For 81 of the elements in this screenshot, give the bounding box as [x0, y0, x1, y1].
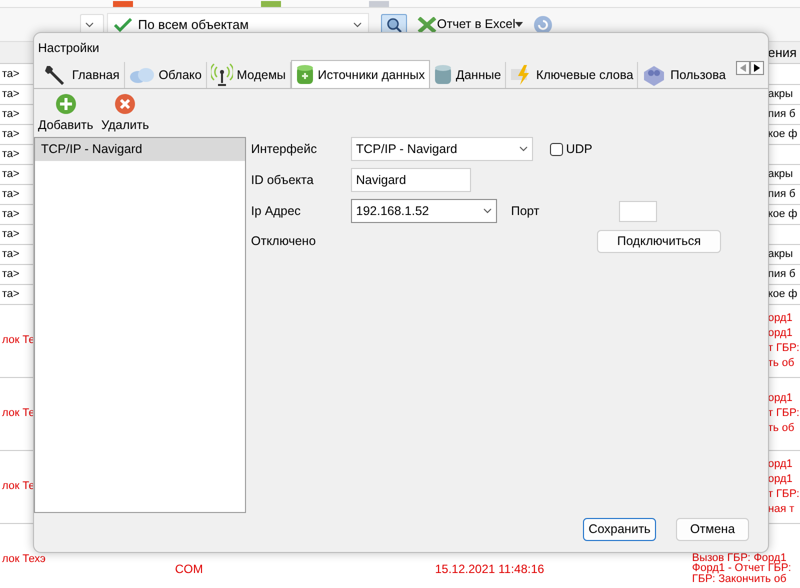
tab[interactable]: Главная	[40, 62, 125, 88]
field-label: Порт	[511, 202, 540, 220]
event-line: пия б	[768, 266, 796, 282]
event-line: т ГБР:	[768, 406, 798, 421]
ip-address-combo[interactable]: 192.168.1.52	[351, 199, 497, 223]
object-id-field[interactable]: Navigard	[351, 168, 471, 192]
event-line: орд1	[768, 391, 794, 406]
antenna-icon	[210, 63, 233, 87]
event-line: Вызов ГБР: Форд1	[692, 552, 786, 563]
spreadsheet-icon	[417, 16, 437, 32]
left-arrow-icon	[740, 64, 746, 72]
table-cell: та>	[2, 268, 20, 280]
checkmark-icon	[114, 18, 132, 32]
interface-select[interactable]: TCP/IP - Navigard	[351, 137, 533, 161]
field-label: Интерфейс	[251, 140, 318, 158]
tab[interactable]: Ключевые слова	[506, 62, 638, 88]
cancel-button[interactable]: Отмена	[676, 518, 749, 541]
event-line: Форд1 - Отчет ГБР:	[692, 563, 792, 574]
search-icon	[386, 16, 402, 32]
event-line: т ГБР:	[768, 486, 798, 502]
status-text: Отключено	[251, 233, 317, 250]
excel-button[interactable]: Отчет в Excel	[413, 14, 528, 36]
event-line: пия б	[768, 106, 796, 122]
delete-icon	[114, 93, 136, 115]
table-cell: та>	[2, 228, 20, 240]
table-cell: та>	[2, 188, 20, 200]
tab[interactable]: Пользова	[638, 62, 734, 88]
refresh-icon[interactable]	[533, 14, 554, 34]
caret-icon	[519, 146, 528, 152]
event-line: акры	[768, 246, 794, 262]
table-cell: COM	[175, 562, 203, 576]
connect-button[interactable]: Подключиться	[597, 230, 721, 253]
tab[interactable]: Модемы	[206, 62, 291, 88]
event-line: орд1	[768, 456, 794, 472]
event-line: т ГБР:	[768, 340, 798, 356]
cloud-icon	[128, 66, 155, 84]
delete-button[interactable]: Удалить	[101, 93, 149, 137]
tab[interactable]: Данные	[430, 62, 506, 88]
column-header: ения	[768, 44, 798, 62]
field-label: ID объекта	[251, 172, 315, 189]
tab[interactable]: Облако	[124, 62, 207, 88]
scroll-right-button[interactable]	[750, 61, 764, 75]
caret-icon	[85, 22, 94, 28]
table-cell: та>	[2, 88, 20, 100]
event-line: орд1	[768, 472, 794, 486]
table-cell: та>	[2, 248, 20, 260]
event-line: акры	[768, 86, 794, 102]
add-button[interactable]: Добавить	[38, 93, 94, 137]
event-line: орд1	[768, 326, 794, 340]
table-cell: та>	[2, 208, 20, 220]
right-arrow-icon	[754, 64, 760, 72]
table-cell: лок Техэ	[2, 553, 46, 566]
save-button[interactable]: Сохранить	[583, 518, 656, 541]
table-cell: та>	[2, 108, 20, 120]
list-item[interactable]: TCP/IP - Navigard	[35, 138, 245, 161]
checkbox-label: UDP	[566, 140, 592, 158]
table-cell: та>	[2, 168, 20, 180]
event-line: пия б	[768, 186, 796, 202]
port-field[interactable]	[619, 200, 657, 222]
caret-icon	[515, 22, 524, 27]
udp-checkbox[interactable]	[550, 142, 563, 156]
table-cell: 15.12.2021 11:48:16	[435, 562, 544, 576]
users-icon	[642, 64, 666, 86]
table-cell: та>	[2, 288, 20, 300]
table-cell: та>	[2, 148, 20, 160]
caret-icon	[353, 22, 362, 28]
event-line: ть об	[768, 421, 796, 436]
caret-icon	[483, 208, 492, 214]
event-line: акры	[768, 166, 794, 182]
event-line: орд1	[768, 310, 794, 326]
event-line: ная т	[768, 502, 796, 516]
dialog-title: Настройки	[37, 40, 100, 57]
table-cell: та>	[2, 128, 20, 140]
table-cell: та>	[2, 68, 20, 80]
database-icon	[434, 64, 452, 86]
tab[interactable]: Источники данных	[290, 60, 430, 88]
add-icon	[54, 93, 77, 115]
database-icon	[296, 64, 314, 86]
event-line: ть об	[768, 356, 796, 370]
field-label: Ip Адрес	[251, 202, 302, 220]
event-line: ГБР: Закончить об	[692, 574, 788, 584]
